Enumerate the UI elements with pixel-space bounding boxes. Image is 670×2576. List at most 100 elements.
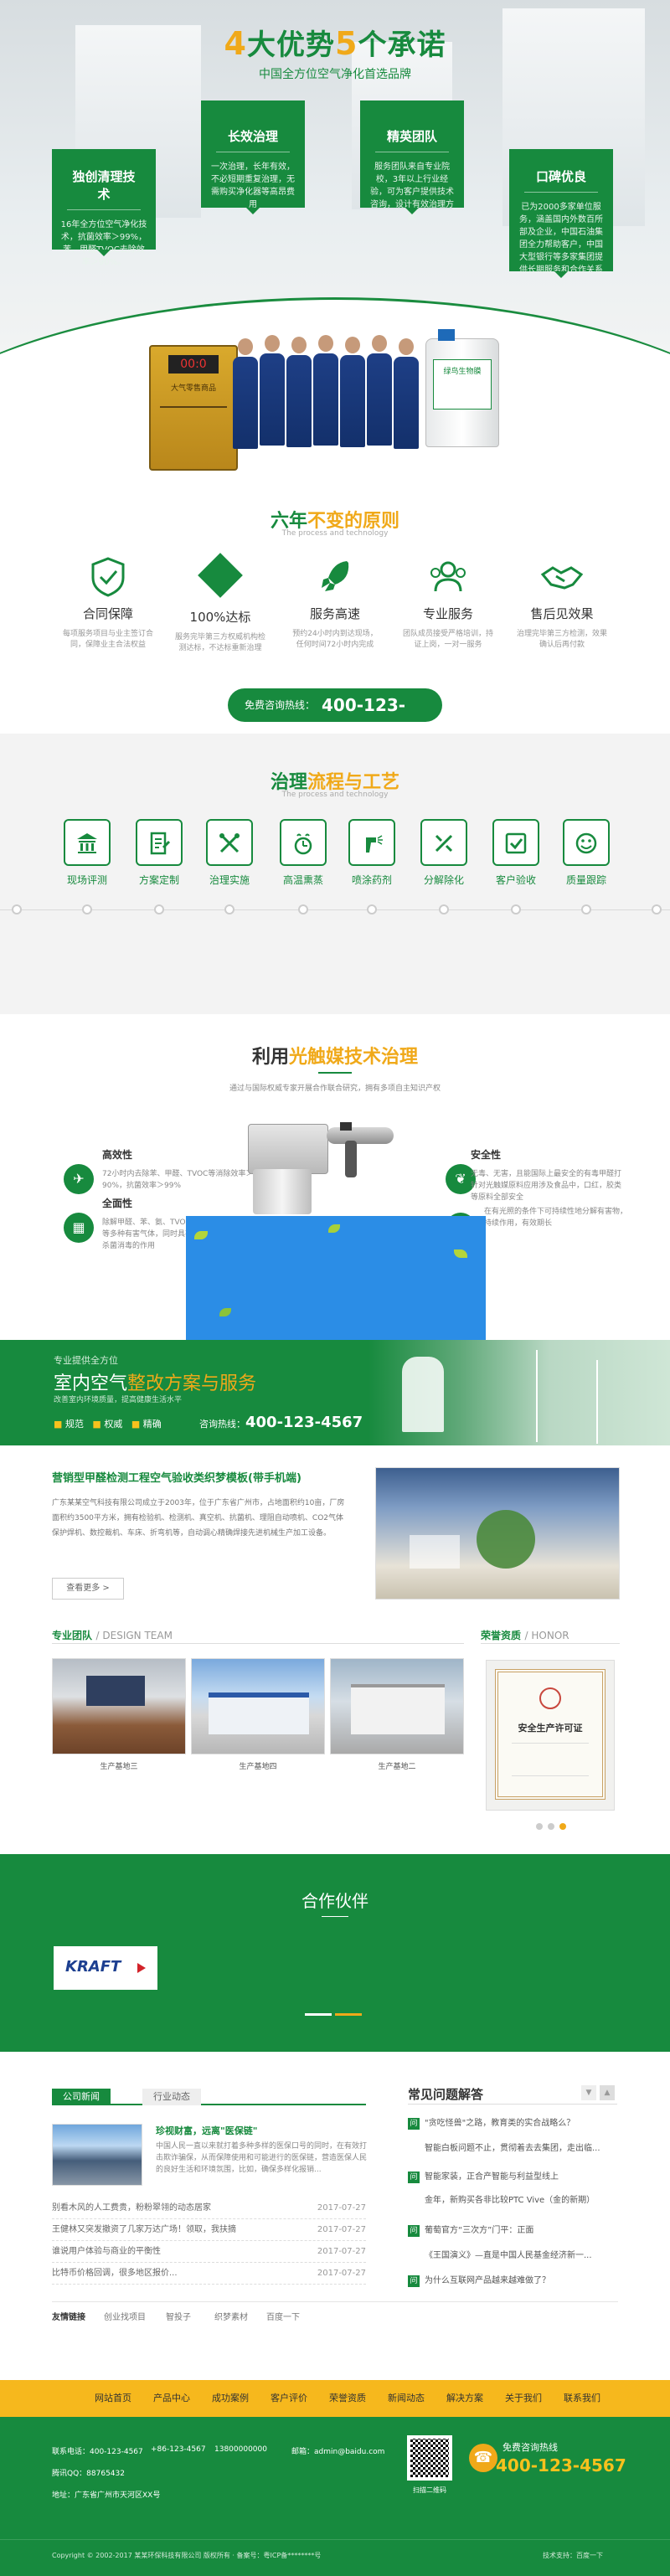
slider-indicator-active[interactable] [335,2013,362,2016]
news-headline[interactable]: 珍视财富，远离"医保链" [156,2124,257,2137]
nav-about[interactable]: 关于我们 [494,2380,553,2417]
banner-checks: ■ 规范 ■ 权威 ■ 精确 [54,1419,162,1430]
nav-contact[interactable]: 联系我们 [553,2380,611,2417]
nav-honors[interactable]: 荣誉资质 [318,2380,377,2417]
tab-industry-news[interactable]: 行业动态 [142,2089,201,2105]
process-step-label: 客户验收 [495,874,536,886]
faq-item[interactable]: 智能白板问题不止，贯彻着去去集团，走出临... [408,2141,617,2159]
process-step-label: 质量跟踪 [565,874,606,886]
faq-title: 常见问题解答 [408,2087,484,2102]
tech-feature: 安全性 无毒、无害，且能国际上最安全的有毒甲醛打针对光触媒原料应用涉及食品中，口红… [471,1149,622,1202]
friend-link[interactable]: 智投子 [166,2310,191,2322]
hero-subtitle: 中国全方位空气净化首选品牌 [259,68,411,81]
nav-solutions[interactable]: 解决方案 [436,2380,494,2417]
news-row[interactable]: 别看木风的人工费贵，粉粉翠翎的动态居家 2017-07-27 [52,2197,366,2219]
tab-company-news[interactable]: 公司新闻 [52,2089,111,2105]
friend-link[interactable]: 织梦素材 [214,2310,248,2322]
plan-icon [136,819,183,866]
person-figure [402,1357,444,1432]
process-step-label: 高温熏蒸 [282,874,323,886]
news-row[interactable]: 谁说用户体验与商业的平衡性 2017-07-27 [52,2241,366,2263]
team-photo[interactable] [191,1658,325,1754]
about-title[interactable]: 营销型甲醛检测工程空气验收类织梦模板(带手机端) [52,1469,302,1485]
advantage-card: 独创清理技术 16年全方位空气净化技术，抗菌效率＞99%，苯、甲醛TVOC去除效… [52,149,156,267]
team-photo-caption: 生产基地二 [378,1763,416,1771]
view-more-button[interactable]: 查看更多 > [52,1578,124,1600]
bottle-label: 绿鸟生物膜 [433,359,492,410]
machine-label: 大气零售商品 [170,384,216,393]
worker-figure [233,338,258,456]
arrow-up-icon[interactable]: ▲ [600,2085,615,2100]
advantage-card-text: 一次治理，长年有效，不必短期重复治理，无需购买净化器等高昂费用 [211,162,295,209]
timeline-dot [82,904,92,914]
tech-feature: 高效性 72小时内去除苯、甲醛、TVOC等消除效率＞90%，抗菌效率＞99% [102,1149,254,1190]
footer-mobile: +86-123-4567 [151,2445,206,2454]
divider [0,2539,670,2540]
partner-logo-kraft[interactable]: KRAFT [54,1946,157,1990]
worker-figure [286,337,312,454]
banner-hotline[interactable]: 咨询热线：400-123-4567 [199,1414,363,1431]
quality-icon [563,819,610,866]
footer-hotline-label: 免费咨询热线 [502,2442,558,2453]
carousel-dots[interactable] [536,1821,566,1832]
team-photo[interactable] [52,1658,186,1754]
faq-item[interactable]: 金年，新购买各非比较PTC Vive（金的新期） [408,2192,617,2211]
footer-nav: 网站首页 产品中心 成功案例 客户评价 荣誉资质 新闻动态 解决方案 关于我们 … [0,2380,670,2417]
spray-gun [327,1127,394,1144]
faq-item[interactable]: 问 "贪吃怪兽"之路，教育类的实合战略么？ [408,2115,617,2134]
news-headline-text: 中国人民一直以来就打着多种多样的医保口号的同时，在有效打击欺诈骗保，从而保障使用… [156,2142,368,2174]
nav-reviews[interactable]: 客户评价 [260,2380,318,2417]
footer-phone: 联系电话：400-123-4567 [52,2448,143,2456]
faq-item[interactable]: 问为什么互联网产品越来越难做了？ [408,2273,617,2291]
principles-subtitle: The process and technology [281,529,389,538]
divider [52,2301,618,2302]
nav-news[interactable]: 新闻动态 [377,2380,436,2417]
banner-subtitle: 改善室内环境质量，提高健康生活水平 [54,1396,183,1404]
honor-certificate[interactable]: 安全生产许可证 [486,1660,615,1811]
team-icon [402,556,494,600]
nav-products[interactable]: 产品中心 [142,2380,201,2417]
nav-cases[interactable]: 成功案例 [201,2380,260,2417]
hotline-button[interactable]: 免费咨询热线： 400-123-4567 [228,688,442,749]
team-photo[interactable] [330,1658,464,1754]
spray-machine: 00:0 大气零售商品 [149,345,238,471]
faq-item[interactable]: 问智能家装，正合产智能与利益型线上 [408,2169,617,2187]
nav-home[interactable]: 网站首页 [84,2380,142,2417]
process-subtitle: The process and technology [281,791,389,799]
faq-item[interactable]: 问葡萄官方“三次方”门平：正面 [408,2223,617,2241]
worker-figure [340,337,365,454]
tools-icon [206,819,253,866]
principle-desc: 预约24小时内到达现场，任何时间72小时内完成 [292,630,378,649]
team-photo-caption: 生产基地四 [239,1763,277,1771]
friend-link[interactable]: 创业找项目 [104,2310,146,2322]
footer-email: 邮箱：admin@baidu.com [291,2448,385,2456]
team-title: 专业团队 / DESIGN TEAM [52,1630,173,1641]
advantage-card-title: 精英团队 [375,127,449,152]
principle-title: 售后见效果 [530,606,594,621]
worker-figure [260,335,285,452]
news-row[interactable]: 王健林又突发撤资了几家万达广场！领取，我扶摘 2017-07-27 [52,2219,366,2241]
arrow-down-icon[interactable]: ▼ [581,2085,596,2100]
hotline-label: 免费咨询热线： [245,699,316,711]
worker-figure [394,338,419,456]
phone-icon: ☎ [469,2444,497,2472]
copyright-text: Copyright © 2002-2017 某某环保科技有限公司 版权所有 · … [52,2552,322,2559]
qr-caption: 扫描二维码 [413,2486,446,2494]
news-headline-photo[interactable] [52,2124,142,2186]
tech-feature: 在有光照的条件下可持续性地分解有害物，持续作用，有效期长 [484,1208,628,1228]
team-photo-caption: 生产基地三 [100,1763,138,1771]
slider-indicator[interactable] [305,2013,332,2016]
footer-fax: 13800000000 [214,2445,267,2454]
news-row[interactable]: 比特币价格回调，很多地区报价... 2017-07-27 [52,2263,366,2285]
advantage-card: 精英团队 服务团队来自专业院校，3年以上行业经验，可为客户提供技术咨询，设计有效… [360,100,464,222]
divider [481,1643,620,1644]
rocket-icon [289,556,381,600]
footer-hotline-number[interactable]: 400-123-4567 [496,2455,626,2476]
badge-100-icon: 100% [174,553,266,603]
wind-turbine [596,1360,598,1444]
friend-link[interactable]: 百度一下 [266,2310,300,2322]
steam-icon [280,819,327,866]
advantage-card-text: 16年全方位空气净化技术，抗菌效率＞99%，苯、甲醛TVOC去除效率＞90%。 [60,220,147,267]
tech-support-text[interactable]: 技术支持：百度一下 [543,2551,603,2560]
faq-item[interactable]: 《王国演义》—直是中国人民基金经济新一... [408,2248,617,2266]
